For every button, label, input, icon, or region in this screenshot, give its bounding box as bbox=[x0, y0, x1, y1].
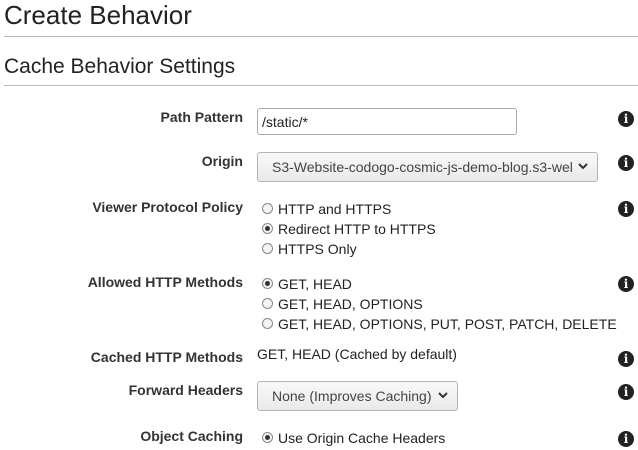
radio-button-selected[interactable] bbox=[262, 432, 273, 443]
radio-button-selected[interactable] bbox=[262, 278, 273, 289]
origin-select[interactable]: S3-Website-codogo-cosmic-js-demo-blog.s3… bbox=[257, 152, 598, 182]
info-icon[interactable]: i bbox=[618, 431, 634, 447]
info-icon[interactable]: i bbox=[618, 201, 634, 217]
divider bbox=[4, 85, 638, 86]
viewer-protocol-policy-label: Viewer Protocol Policy bbox=[92, 199, 243, 215]
page-title: Create Behavior bbox=[4, 0, 192, 30]
radio-button[interactable] bbox=[262, 203, 273, 214]
info-icon[interactable]: i bbox=[618, 276, 634, 292]
cached-http-methods-value: GET, HEAD (Cached by default) bbox=[257, 346, 457, 362]
radio-button[interactable] bbox=[262, 243, 273, 254]
radio-label: Use Origin Cache Headers bbox=[278, 430, 446, 446]
chevron-down-icon bbox=[438, 392, 448, 399]
section-title: Cache Behavior Settings bbox=[4, 55, 236, 78]
info-icon[interactable]: i bbox=[618, 351, 634, 367]
radio-label: HTTPS Only bbox=[278, 241, 357, 257]
allowed-http-methods-label: Allowed HTTP Methods bbox=[87, 274, 243, 290]
forward-headers-select[interactable]: None (Improves Caching) bbox=[257, 381, 458, 411]
cached-http-methods-label: Cached HTTP Methods bbox=[90, 349, 243, 365]
divider bbox=[4, 36, 638, 37]
radio-button[interactable] bbox=[262, 318, 273, 329]
origin-label: Origin bbox=[201, 153, 243, 169]
radio-label: GET, HEAD, OPTIONS, PUT, POST, PATCH, DE… bbox=[278, 316, 617, 332]
radio-label: Redirect HTTP to HTTPS bbox=[278, 221, 436, 237]
forward-headers-label: Forward Headers bbox=[128, 382, 243, 398]
radio-label: GET, HEAD bbox=[278, 276, 352, 292]
info-icon[interactable]: i bbox=[618, 111, 634, 127]
radio-button[interactable] bbox=[262, 298, 273, 309]
radio-button-selected[interactable] bbox=[262, 223, 273, 234]
origin-select-value: S3-Website-codogo-cosmic-js-demo-blog.s3… bbox=[272, 159, 573, 175]
path-pattern-label: Path Pattern bbox=[160, 109, 243, 125]
info-icon[interactable]: i bbox=[618, 155, 634, 171]
chevron-down-icon bbox=[577, 160, 589, 172]
forward-headers-select-value: None (Improves Caching) bbox=[272, 388, 432, 404]
radio-label: GET, HEAD, OPTIONS bbox=[278, 296, 423, 312]
object-caching-label: Object Caching bbox=[140, 428, 243, 444]
path-pattern-input[interactable]: /static/* bbox=[257, 108, 517, 135]
info-icon[interactable]: i bbox=[618, 384, 634, 400]
radio-label: HTTP and HTTPS bbox=[278, 201, 392, 217]
